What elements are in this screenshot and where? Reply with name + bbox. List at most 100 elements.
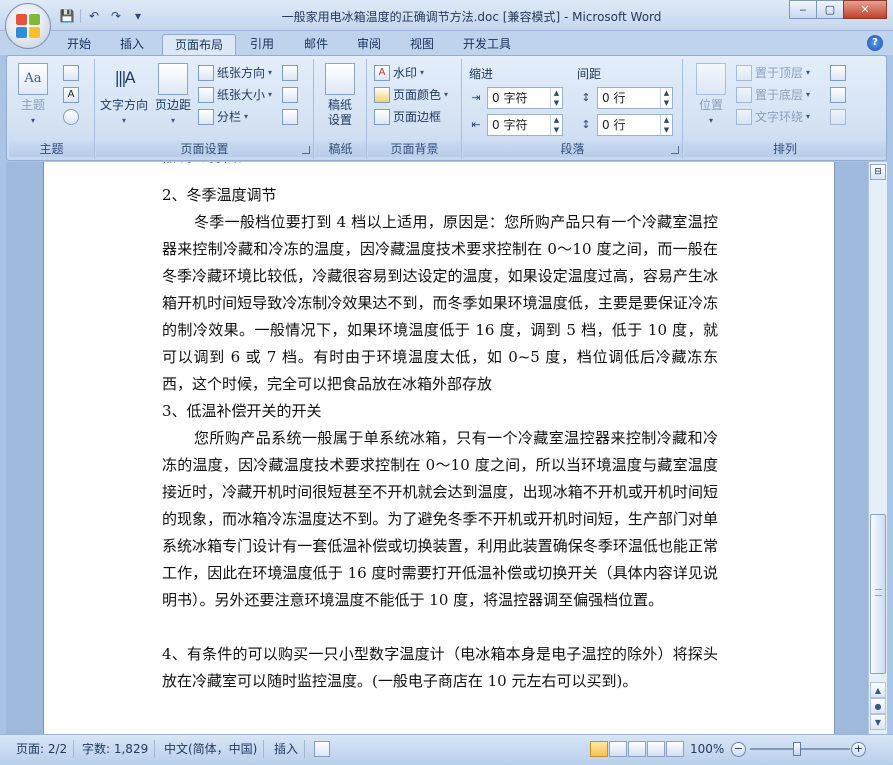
redo-icon[interactable]: ↷ (107, 7, 125, 25)
vertical-scrollbar[interactable]: ⊟ ▲ ▲ ● ▼ (868, 162, 887, 734)
office-logo-icon (16, 14, 41, 39)
paragraph-winter: 冬季一般档位要打到 4 档以上适用，原因是：您所购产品只有一个冷藏室温控器来控制… (162, 213, 718, 393)
outline-view-icon[interactable] (647, 741, 665, 757)
tab-page-layout[interactable]: 页面布局 (162, 34, 237, 55)
orientation-button[interactable]: 纸张方向 ▾ (198, 63, 272, 83)
macro-record-icon[interactable] (314, 741, 330, 757)
insert-mode[interactable]: 插入 (268, 740, 306, 758)
document-text[interactable]: 器调到弱档。 2、冬季温度调节 冬季一般档位要打到 4 档以上适用，原因是：您所… (162, 162, 718, 695)
restore-button[interactable]: ▢ (816, 0, 844, 19)
zoom-level[interactable]: 100% (690, 740, 724, 758)
next-page-icon[interactable]: ▼ (870, 714, 886, 730)
print-layout-icon[interactable] (590, 741, 608, 757)
tab-developer[interactable]: 开发工具 (451, 34, 523, 55)
grip-icon (875, 589, 882, 596)
heading-low-temp-switch: 3、低温补偿开关的开关 (162, 402, 322, 420)
text-wrap-button[interactable]: 文字环绕 ▾ (736, 107, 810, 127)
indent-right-stepper[interactable]: ▲ ▼ (550, 115, 562, 135)
language-indicator[interactable]: 中文(简体，中国) (158, 740, 265, 758)
quick-access-toolbar: 💾 ↶ ↷ ▾ (58, 6, 147, 26)
browse-object-icon[interactable]: ● (870, 698, 886, 714)
margins-button[interactable]: 页边距 ▾ (152, 63, 194, 128)
zoom-slider-thumb[interactable] (793, 742, 801, 756)
spacing-before-stepper[interactable]: ▲ ▼ (660, 88, 672, 108)
page-color-button[interactable]: 页面颜色 ▾ (374, 85, 448, 105)
close-button[interactable]: ✕ (843, 0, 887, 19)
hyphenation-icon[interactable] (282, 109, 298, 125)
tab-insert[interactable]: 插入 (108, 34, 156, 55)
watermark-button[interactable]: A 水印 ▾ (374, 63, 424, 83)
group-objects-icon[interactable] (830, 87, 846, 103)
theme-colors-icon[interactable] (63, 65, 79, 81)
columns-button[interactable]: 分栏 ▾ (198, 107, 248, 127)
group-label-arrange: 排列 (684, 141, 886, 157)
position-icon (696, 63, 726, 95)
full-screen-reading-icon[interactable] (609, 741, 627, 757)
text-direction-button[interactable]: |||A 文字方向 ▾ (98, 63, 150, 128)
ribbon: Aa 主题 ▾ A 主题 |||A 文字方向 ▾ 页边距 ▾ 纸张方向 ▾ 纸张大… (6, 55, 887, 161)
help-icon[interactable]: ? (867, 35, 883, 51)
zoom-out-icon[interactable]: − (731, 742, 746, 757)
columns-icon (198, 109, 214, 125)
document-area[interactable]: 器调到弱档。 2、冬季温度调节 冬季一般档位要打到 4 档以上适用，原因是：您所… (6, 162, 868, 734)
draft-view-icon[interactable] (666, 741, 684, 757)
tab-review[interactable]: 审阅 (345, 34, 393, 55)
spacing-after-input[interactable]: 0 行 ▲ ▼ (597, 114, 673, 136)
tab-view[interactable]: 视图 (398, 34, 446, 55)
status-bar: 页面: 2/2 字数: 1,829 中文(简体，中国) 插入 100% − + (0, 734, 893, 765)
page-border-button[interactable]: 页面边框 (374, 107, 441, 127)
breaks-icon[interactable] (282, 65, 298, 81)
watermark-icon: A (374, 65, 390, 81)
page-setup-launcher-icon[interactable] (302, 146, 310, 154)
tab-home[interactable]: 开始 (55, 34, 103, 55)
line-numbers-icon[interactable] (282, 87, 298, 103)
qat-separator (80, 9, 81, 23)
previous-page-icon[interactable]: ▲ (870, 682, 886, 698)
word-count[interactable]: 字数: 1,829 (76, 740, 156, 758)
theme-button[interactable]: Aa 主题 ▾ (11, 63, 55, 128)
scroll-thumb[interactable] (870, 514, 886, 674)
paragraph-thermometer: 4、有条件的可以购买一只小型数字温度计（电冰箱本身是电子温控的除外）将探头放在冷… (162, 645, 718, 690)
spacing-before-input[interactable]: 0 行 ▲ ▼ (597, 87, 673, 109)
web-layout-icon[interactable] (628, 741, 646, 757)
customize-qat-icon[interactable]: ▾ (129, 7, 147, 25)
heading-winter: 2、冬季温度调节 (162, 186, 277, 204)
document-page[interactable]: 器调到弱档。 2、冬季温度调节 冬季一般档位要打到 4 档以上适用，原因是：您所… (43, 162, 835, 734)
view-ruler-icon[interactable]: ⊟ (870, 164, 886, 180)
view-buttons (590, 741, 684, 757)
tab-mailings[interactable]: 邮件 (292, 34, 340, 55)
zoom-in-icon[interactable]: + (851, 742, 866, 757)
page-count[interactable]: 页面: 2/2 (10, 740, 75, 758)
paragraph-low-temp-switch: 您所购产品系统一般属于单系统冰箱，只有一个冷藏室温控器来控制冷藏和冷冻的温度，因… (162, 429, 718, 609)
send-to-back-button[interactable]: 置于底层 ▾ (736, 85, 810, 105)
align-icon[interactable] (830, 65, 846, 81)
indent-left-stepper[interactable]: ▲ ▼ (550, 88, 562, 108)
indent-right-input[interactable]: 0 字符 ▲ ▼ (487, 114, 563, 136)
indent-left-input[interactable]: 0 字符 ▲ ▼ (487, 87, 563, 109)
minimize-button[interactable]: ‒ (789, 0, 817, 19)
text-wrap-icon (736, 109, 752, 125)
paragraph-launcher-icon[interactable] (671, 146, 679, 154)
rotate-icon[interactable] (830, 109, 846, 125)
indent-right-icon: ⇤ (471, 118, 481, 131)
cut-off-line: 器调到弱档。 (162, 162, 252, 170)
bring-to-front-button[interactable]: 置于顶层 ▾ (736, 63, 810, 83)
group-page-background: A 水印 ▾ 页面颜色 ▾ 页面边框 页面背景 (368, 59, 462, 159)
position-button[interactable]: 位置 ▾ (688, 63, 734, 128)
tab-references[interactable]: 引用 (238, 34, 286, 55)
window-controls: ‒ ▢ ✕ (789, 0, 887, 19)
size-button[interactable]: 纸张大小 ▾ (198, 85, 272, 105)
title-bar: 💾 ↶ ↷ ▾ 一般家用电冰箱温度的正确调节方法.doc [兼容模式] - Mi… (0, 0, 893, 31)
spacing-after-icon: ↕ (581, 118, 591, 131)
save-icon[interactable]: 💾 (58, 7, 76, 25)
group-label-paragraph: 段落 (463, 141, 682, 157)
undo-icon[interactable]: ↶ (85, 7, 103, 25)
office-button[interactable] (5, 3, 51, 49)
draft-paper-icon (325, 63, 355, 95)
group-arrange: 位置 ▾ 置于顶层 ▾ 置于底层 ▾ 文字环绕 ▾ 排列 (684, 59, 886, 159)
draft-paper-button[interactable]: 稿纸 设置 (317, 63, 363, 128)
theme-fonts-icon[interactable]: A (63, 87, 79, 103)
spacing-after-stepper[interactable]: ▲ ▼ (660, 115, 672, 135)
group-label-page-background: 页面背景 (368, 141, 461, 157)
theme-effects-icon[interactable] (63, 109, 79, 125)
